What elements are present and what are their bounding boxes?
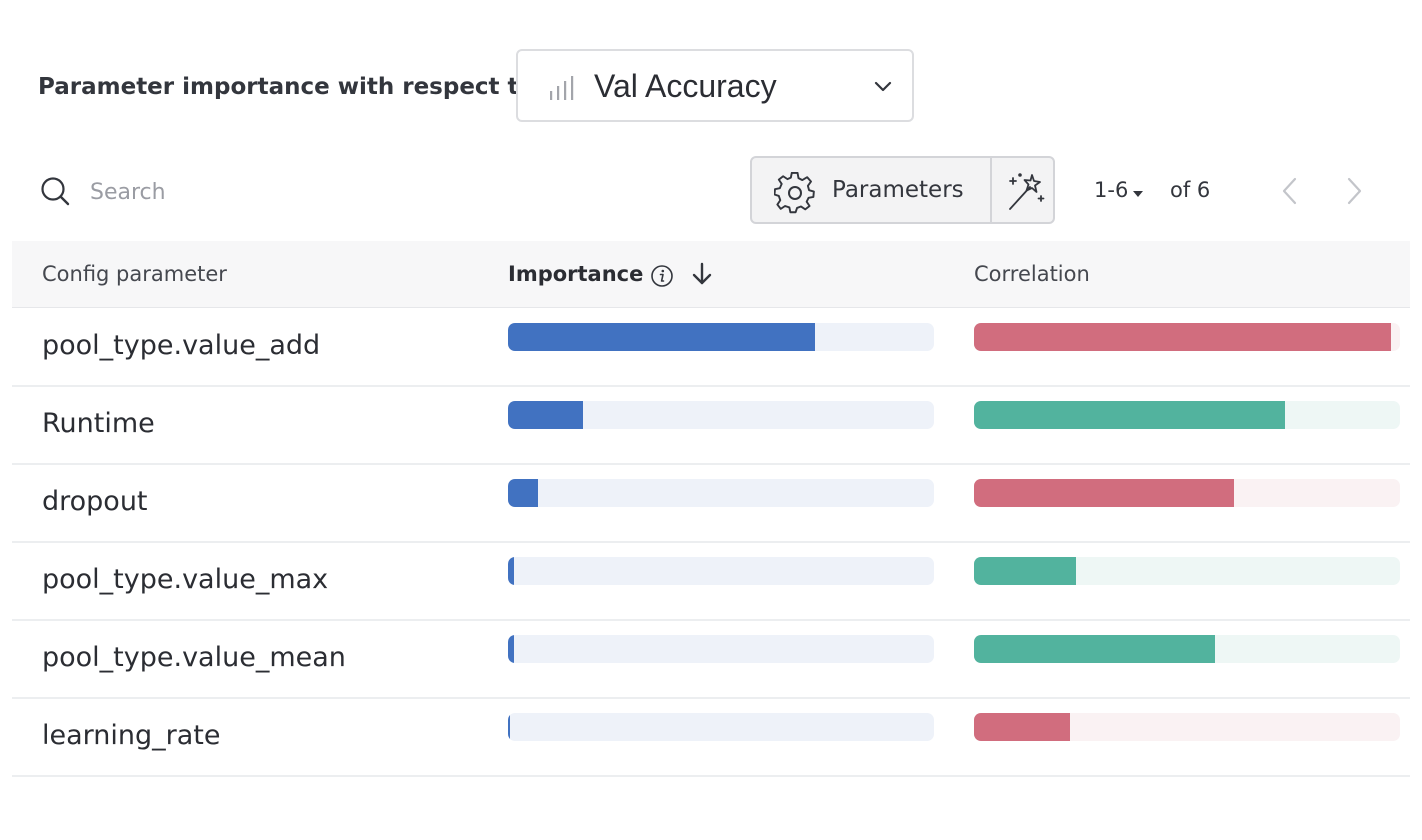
parameter-importance-panel: Parameter importance with respect to Val… [0, 0, 1422, 840]
parameter-name: pool_type.value_max [42, 564, 329, 595]
parameter-name: pool_type.value_mean [42, 642, 346, 673]
importance-bar [508, 635, 515, 663]
importance-bar-track [508, 713, 934, 741]
info-icon[interactable] [650, 264, 674, 293]
correlation-bar-track [974, 713, 1400, 741]
importance-bar [508, 713, 510, 741]
chevron-left-icon [1276, 177, 1304, 210]
table-row[interactable]: pool_type.value_max [12, 542, 1410, 621]
gear-icon [773, 171, 816, 219]
panel-title: Parameter importance with respect to [38, 74, 535, 100]
correlation-bar [974, 323, 1392, 351]
table-row[interactable]: pool_type.value_mean [12, 620, 1410, 699]
importance-bar [508, 479, 538, 507]
correlation-bar [974, 713, 1070, 741]
next-page-button[interactable] [1340, 176, 1368, 211]
correlation-bar-track [974, 479, 1400, 507]
search-icon [40, 176, 70, 211]
correlation-bar [974, 401, 1285, 429]
column-header-correlation[interactable]: Correlation [974, 262, 1090, 286]
table-row[interactable]: dropout [12, 464, 1410, 543]
bar-chart-icon [548, 75, 576, 106]
metric-dropdown[interactable]: Val Accuracy [516, 49, 914, 122]
parameter-name: dropout [42, 486, 148, 517]
parameter-name: learning_rate [42, 720, 221, 751]
parameters-button-group: Parameters [750, 156, 1055, 224]
importance-bar [508, 323, 815, 351]
parameter-name: Runtime [42, 408, 155, 439]
correlation-bar-track [974, 401, 1400, 429]
table-header: Config parameter Importance Correlation [12, 241, 1410, 308]
previous-page-button[interactable] [1276, 176, 1304, 211]
correlation-bar-track [974, 635, 1400, 663]
chevron-down-icon [873, 79, 893, 98]
search-input[interactable] [90, 172, 390, 212]
importance-bar-track [508, 323, 934, 351]
magic-wand-button[interactable] [992, 158, 1053, 222]
parameters-button[interactable]: Parameters [752, 158, 992, 222]
page-total: of 6 [1170, 178, 1211, 202]
parameters-button-label: Parameters [832, 177, 964, 203]
importance-bar-track [508, 635, 934, 663]
column-header-importance[interactable]: Importance [508, 262, 643, 286]
importance-bar [508, 401, 583, 429]
page-range-dropdown[interactable]: 1-6 [1094, 178, 1144, 203]
correlation-bar-track [974, 323, 1400, 351]
table-row[interactable]: pool_type.value_add [12, 308, 1410, 387]
table-row[interactable]: Runtime [12, 386, 1410, 465]
caret-down-icon [1132, 179, 1144, 203]
importance-bar-track [508, 557, 934, 585]
importance-bar [508, 557, 515, 585]
parameter-name: pool_type.value_add [42, 330, 321, 361]
correlation-bar-track [974, 557, 1400, 585]
metric-dropdown-value: Val Accuracy [594, 68, 777, 104]
correlation-bar [974, 479, 1234, 507]
page-range-value: 1-6 [1094, 178, 1129, 202]
importance-bar-track [508, 479, 934, 507]
correlation-bar [974, 557, 1077, 585]
column-header-config-parameter[interactable]: Config parameter [42, 262, 227, 286]
sort-descending-icon[interactable] [690, 261, 714, 292]
importance-bar-track [508, 401, 934, 429]
table-row[interactable]: learning_rate [12, 698, 1410, 777]
chevron-right-icon [1340, 177, 1368, 210]
correlation-bar [974, 635, 1215, 663]
